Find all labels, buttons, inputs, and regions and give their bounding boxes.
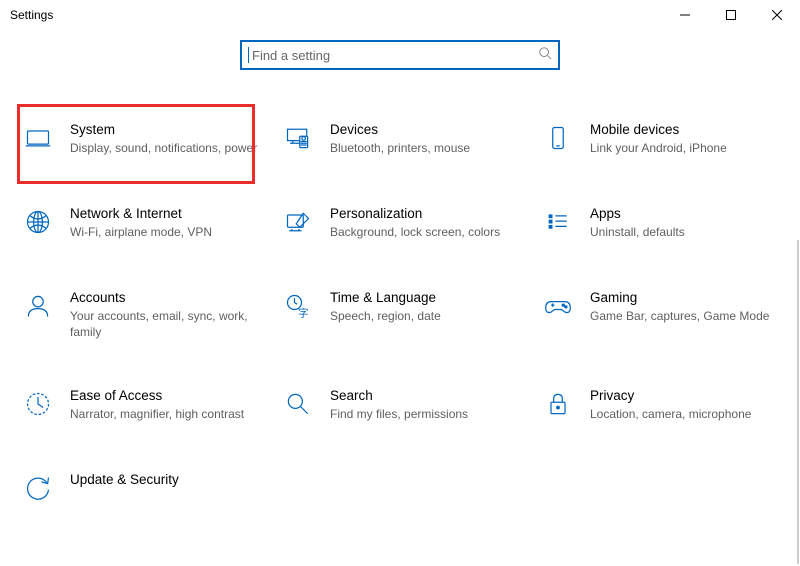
update-icon — [20, 472, 56, 508]
category-title: System — [70, 122, 264, 137]
category-devices[interactable]: Devices Bluetooth, printers, mouse — [280, 122, 530, 158]
category-title: Privacy — [590, 388, 784, 403]
phone-icon — [540, 122, 576, 158]
globe-icon — [20, 206, 56, 242]
category-desc: Find my files, permissions — [330, 406, 524, 422]
personalization-icon — [280, 206, 316, 242]
minimize-button[interactable] — [662, 0, 708, 30]
category-desc: Wi-Fi, airplane mode, VPN — [70, 224, 264, 240]
ease-of-access-icon — [20, 388, 56, 424]
category-desc: Location, camera, microphone — [590, 406, 784, 422]
close-button[interactable] — [754, 0, 800, 30]
category-apps[interactable]: Apps Uninstall, defaults — [540, 206, 790, 242]
category-desc: Background, lock screen, colors — [330, 224, 524, 240]
gamepad-icon — [540, 290, 576, 326]
category-desc: Game Bar, captures, Game Mode — [590, 308, 784, 324]
category-desc: Display, sound, notifications, power — [70, 140, 264, 156]
person-icon — [20, 290, 56, 326]
category-desc: Bluetooth, printers, mouse — [330, 140, 524, 156]
category-time-language[interactable]: 字 Time & Language Speech, region, date — [280, 290, 530, 340]
category-title: Ease of Access — [70, 388, 264, 403]
category-title: Mobile devices — [590, 122, 784, 137]
category-title: Time & Language — [330, 290, 524, 305]
category-title: Update & Security — [70, 472, 264, 487]
vertical-scrollbar[interactable] — [797, 240, 799, 564]
category-search[interactable]: Search Find my files, permissions — [280, 388, 530, 424]
category-personalization[interactable]: Personalization Background, lock screen,… — [280, 206, 530, 242]
maximize-button[interactable] — [708, 0, 754, 30]
lock-icon — [540, 388, 576, 424]
category-accounts[interactable]: Accounts Your accounts, email, sync, wor… — [20, 290, 270, 340]
category-mobile-devices[interactable]: Mobile devices Link your Android, iPhone — [540, 122, 790, 158]
category-title: Personalization — [330, 206, 524, 221]
category-desc: Uninstall, defaults — [590, 224, 784, 240]
category-desc: Narrator, magnifier, high contrast — [70, 406, 264, 422]
category-title: Network & Internet — [70, 206, 264, 221]
category-desc: Link your Android, iPhone — [590, 140, 784, 156]
category-update-security[interactable]: Update & Security — [20, 472, 270, 508]
magnifier-icon — [280, 388, 316, 424]
category-ease-of-access[interactable]: Ease of Access Narrator, magnifier, high… — [20, 388, 270, 424]
devices-icon — [280, 122, 316, 158]
category-title: Search — [330, 388, 524, 403]
category-title: Accounts — [70, 290, 264, 305]
category-privacy[interactable]: Privacy Location, camera, microphone — [540, 388, 790, 424]
title-bar: Settings — [0, 0, 800, 30]
window-title: Settings — [10, 8, 53, 22]
category-system[interactable]: System Display, sound, notifications, po… — [20, 122, 270, 158]
category-network[interactable]: Network & Internet Wi-Fi, airplane mode,… — [20, 206, 270, 242]
category-title: Gaming — [590, 290, 784, 305]
category-gaming[interactable]: Gaming Game Bar, captures, Game Mode — [540, 290, 790, 340]
svg-text:字: 字 — [298, 307, 309, 320]
category-title: Apps — [590, 206, 784, 221]
system-icon — [20, 122, 56, 158]
apps-icon — [540, 206, 576, 242]
search-icon — [538, 46, 552, 65]
category-title: Devices — [330, 122, 524, 137]
category-desc: Speech, region, date — [330, 308, 524, 324]
category-desc: Your accounts, email, sync, work, family — [70, 308, 264, 340]
search-input[interactable]: Find a setting — [240, 40, 560, 70]
search-placeholder: Find a setting — [252, 48, 538, 63]
time-language-icon: 字 — [280, 290, 316, 326]
